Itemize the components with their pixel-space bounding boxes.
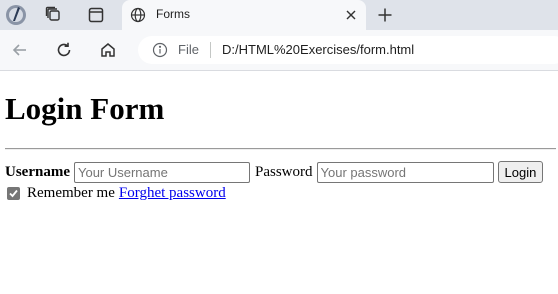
url-text[interactable]: D:/HTML%20Exercises/form.html: [222, 42, 414, 57]
tab-strip: Forms: [0, 0, 558, 30]
remember-checkbox[interactable]: [7, 186, 20, 200]
login-form: Username Password Login: [5, 160, 544, 184]
divider: [5, 148, 556, 150]
login-button[interactable]: Login: [497, 161, 544, 183]
remember-row: Remember me Forghet password: [7, 184, 226, 202]
password-field[interactable]: [316, 161, 494, 183]
forgot-password-link[interactable]: Forghet password: [119, 185, 226, 202]
password-label: Password: [254, 163, 313, 180]
remember-label: Remember me: [27, 184, 115, 201]
globe-icon: [130, 7, 146, 27]
vertical-tabs-icon[interactable]: [82, 2, 110, 28]
close-tab-icon[interactable]: [344, 7, 358, 26]
collections-icon[interactable]: [40, 2, 68, 28]
info-icon[interactable]: [152, 42, 168, 62]
username-label: Username: [5, 163, 70, 180]
scheme-label: File: [178, 42, 199, 57]
tab-forms[interactable]: Forms: [122, 0, 366, 30]
page-title: Login Form: [5, 91, 165, 126]
new-tab-icon[interactable]: [373, 3, 397, 27]
reload-icon[interactable]: [51, 38, 77, 62]
page-content: Login Form Username Password Login Remem…: [0, 71, 558, 294]
tab-title: Forms: [156, 7, 190, 21]
back-icon[interactable]: [7, 38, 33, 62]
address-separator: [210, 42, 211, 58]
address-bar[interactable]: File D:/HTML%20Exercises/form.html: [138, 36, 558, 64]
profile-avatar-icon[interactable]: [2, 2, 30, 28]
home-icon[interactable]: [95, 38, 121, 62]
browser-toolbar: File D:/HTML%20Exercises/form.html: [0, 30, 558, 71]
username-field[interactable]: [73, 161, 250, 183]
